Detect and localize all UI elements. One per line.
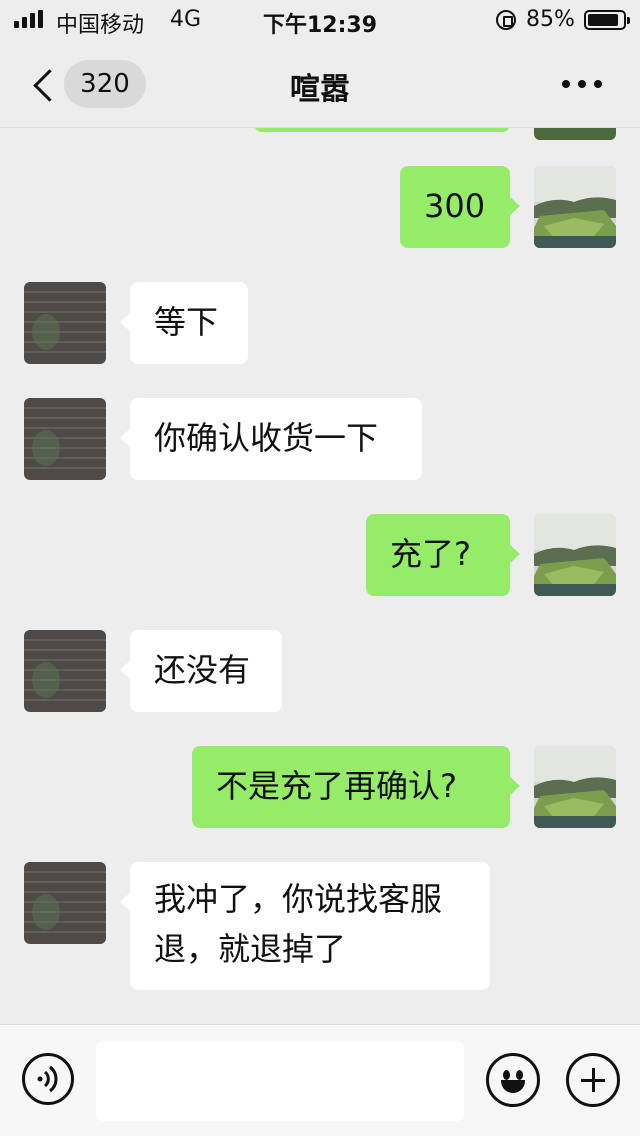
battery-icon	[584, 10, 630, 30]
contact-avatar[interactable]	[24, 630, 106, 712]
contact-message-bubble[interactable]: 我冲了，你说找客服退，就退掉了	[120, 862, 490, 990]
voice-icon[interactable]	[22, 1053, 74, 1105]
input-bar	[0, 1024, 640, 1136]
my-avatar[interactable]	[534, 746, 616, 828]
contact-avatar[interactable]	[24, 862, 106, 944]
contact-message-bubble[interactable]: 你确认收货一下	[120, 398, 422, 480]
emoji-icon[interactable]	[486, 1053, 540, 1107]
nav-bar: 320 喧嚣	[0, 40, 640, 128]
rotation-lock-icon	[496, 10, 516, 30]
previous-message-bubble	[254, 128, 510, 132]
contact-avatar[interactable]	[24, 398, 106, 480]
message-input[interactable]	[96, 1041, 464, 1121]
my-avatar[interactable]	[534, 166, 616, 248]
more-dots-icon[interactable]	[562, 74, 608, 94]
my-avatar[interactable]	[534, 128, 616, 140]
my-message-bubble[interactable]: 300	[400, 166, 520, 248]
chat-history[interactable]: 300 等下 你确认收货一下 充了? 还没有 不是充了再确认? 我冲了，你说找客…	[0, 128, 640, 1024]
my-message-bubble[interactable]: 不是充了再确认?	[192, 746, 520, 828]
contact-message-bubble[interactable]: 还没有	[120, 630, 282, 712]
contact-message-bubble[interactable]: 等下	[120, 282, 248, 364]
battery-percent: 85%	[526, 7, 575, 32]
plus-icon[interactable]	[566, 1053, 620, 1107]
status-bar: 中国移动 4G 下午12:39 85%	[0, 0, 640, 40]
my-message-bubble[interactable]: 充了?	[366, 514, 520, 596]
contact-avatar[interactable]	[24, 282, 106, 364]
my-avatar[interactable]	[534, 514, 616, 596]
chat-title: 喧嚣	[290, 72, 350, 107]
